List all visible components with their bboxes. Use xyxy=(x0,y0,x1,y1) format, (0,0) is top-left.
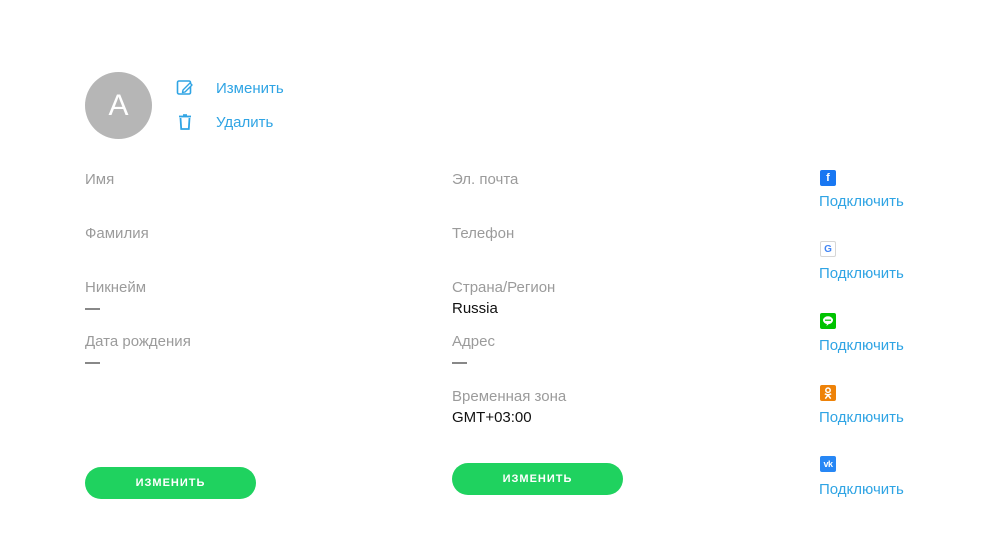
connect-odnoklassniki-link[interactable]: Подключить xyxy=(819,409,904,427)
google-glyph: G xyxy=(824,243,832,255)
phone-label: Телефон xyxy=(452,225,515,242)
timezone-value: GMT+03:00 xyxy=(452,409,532,426)
address-label: Адрес xyxy=(452,333,495,350)
last-name-label: Фамилия xyxy=(85,225,149,242)
delete-avatar-label: Удалить xyxy=(216,113,274,131)
avatar: A xyxy=(85,72,152,139)
odnoklassniki-icon xyxy=(820,385,836,401)
vk-glyph: vk xyxy=(823,459,833,469)
line-icon xyxy=(820,313,836,329)
vk-icon: vk xyxy=(820,456,836,472)
country-label: Страна/Регион xyxy=(452,279,556,296)
delete-avatar-button[interactable]: Удалить xyxy=(175,112,273,132)
address-value: — xyxy=(452,354,467,371)
facebook-icon: f xyxy=(820,170,836,186)
connect-google-link[interactable]: Подключить xyxy=(819,265,904,283)
edit-personal-button[interactable]: ИЗМЕНИТЬ xyxy=(85,467,256,499)
edit-avatar-button[interactable]: Изменить xyxy=(175,78,284,98)
google-icon: G xyxy=(820,241,836,257)
birthdate-label: Дата рождения xyxy=(85,333,191,350)
line-bubble-icon xyxy=(823,316,833,326)
first-name-label: Имя xyxy=(85,171,115,188)
birthdate-value: — xyxy=(85,354,100,371)
connect-vk-link[interactable]: Подключить xyxy=(819,481,904,499)
facebook-glyph: f xyxy=(826,172,830,184)
country-value: Russia xyxy=(452,300,498,317)
connect-facebook-link[interactable]: Подключить xyxy=(819,193,904,211)
nickname-value: — xyxy=(85,300,100,317)
connect-line-link[interactable]: Подключить xyxy=(819,337,904,355)
edit-contact-button[interactable]: ИЗМЕНИТЬ xyxy=(452,463,623,495)
nickname-label: Никнейм xyxy=(85,279,147,296)
trash-icon xyxy=(175,112,195,132)
edit-avatar-label: Изменить xyxy=(216,79,284,97)
timezone-label: Временная зона xyxy=(452,388,567,405)
odnoklassniki-figure-icon xyxy=(824,386,832,399)
email-label: Эл. почта xyxy=(452,171,519,188)
edit-icon xyxy=(175,78,195,98)
